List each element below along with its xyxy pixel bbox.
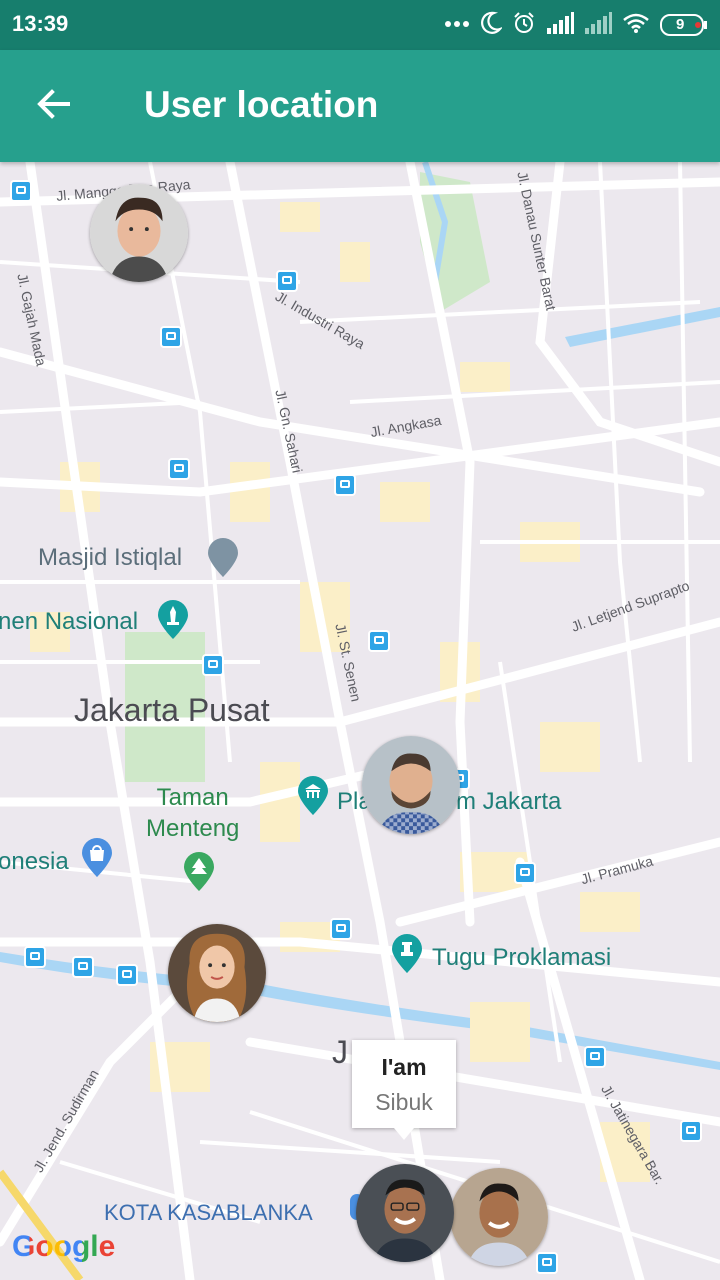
status-time: 13:39 bbox=[12, 11, 69, 36]
poi-indonesia-label[interactable]: onesia bbox=[0, 848, 69, 876]
bus-stop-icon[interactable] bbox=[24, 946, 46, 968]
bus-stop-icon[interactable] bbox=[514, 862, 536, 884]
map-view[interactable]: Jl. Mangga Dua Raya Jl. Gajah Mada Jl. I… bbox=[0, 162, 720, 1280]
google-logo-text: Google bbox=[12, 1230, 116, 1263]
bus-stop-icon[interactable] bbox=[202, 654, 224, 676]
bus-stop-icon[interactable] bbox=[680, 1120, 702, 1142]
bus-stop-icon[interactable] bbox=[330, 918, 352, 940]
bus-stop-icon[interactable] bbox=[160, 326, 182, 348]
user-avatar-marker[interactable] bbox=[168, 924, 266, 1022]
moon-icon bbox=[480, 11, 504, 40]
google-attribution: Google bbox=[12, 1230, 115, 1264]
bus-stop-icon[interactable] bbox=[72, 956, 94, 978]
park-icon[interactable] bbox=[182, 852, 216, 897]
page-title: User location bbox=[144, 84, 379, 125]
app-bar: User location bbox=[0, 50, 720, 162]
museum-icon[interactable] bbox=[296, 776, 330, 821]
bus-stop-icon[interactable] bbox=[116, 964, 138, 986]
back-button[interactable] bbox=[28, 78, 80, 130]
bus-stop-icon[interactable] bbox=[334, 474, 356, 496]
shopping-icon[interactable] bbox=[80, 838, 114, 883]
status-bar: 13:39 9 bbox=[0, 0, 720, 50]
bus-stop-icon[interactable] bbox=[276, 270, 298, 292]
user-avatar-marker[interactable] bbox=[90, 184, 188, 282]
arrow-back-icon bbox=[37, 89, 70, 119]
info-window-snippet: Sibuk bbox=[375, 1089, 433, 1115]
bus-stop-icon[interactable] bbox=[584, 1046, 606, 1068]
bus-stop-icon[interactable] bbox=[536, 1252, 558, 1274]
wifi-icon bbox=[622, 12, 650, 39]
poi-plaza-right-label[interactable]: m Jakarta bbox=[456, 788, 561, 816]
bus-stop-icon[interactable] bbox=[10, 180, 32, 202]
poi-tugu-label[interactable]: Tugu Proklamasi bbox=[432, 944, 611, 972]
my-avatar-marker[interactable] bbox=[356, 1164, 454, 1262]
marker-info-window[interactable]: I'am Sibuk bbox=[352, 1040, 456, 1140]
battery-level: 9 bbox=[676, 16, 685, 33]
poi-taman-label[interactable]: Taman Menteng bbox=[146, 782, 239, 844]
poi-monumen-label[interactable]: nen Nasional bbox=[0, 608, 138, 636]
monument-icon[interactable] bbox=[156, 600, 190, 645]
status-icons: 9 bbox=[444, 10, 708, 40]
signal-weak-icon bbox=[584, 11, 612, 39]
alarm-icon bbox=[512, 11, 536, 40]
bus-stop-icon[interactable] bbox=[368, 630, 390, 652]
landmark-icon[interactable] bbox=[390, 934, 424, 979]
battery-icon: 9 bbox=[660, 14, 708, 36]
bus-stop-icon[interactable] bbox=[168, 458, 190, 480]
user-avatar-marker[interactable] bbox=[450, 1168, 548, 1266]
info-window-title: I'am bbox=[381, 1054, 427, 1080]
poi-masjid-label[interactable]: Masjid Istiqlal bbox=[38, 544, 182, 572]
signal-icon bbox=[546, 11, 574, 39]
mosque-icon[interactable] bbox=[206, 538, 240, 583]
poi-kota-label[interactable]: KOTA KASABLANKA bbox=[104, 1200, 313, 1226]
district-label: Jakarta Pusat bbox=[74, 692, 270, 728]
district-partial-label: J bbox=[332, 1034, 348, 1070]
more-dots-icon bbox=[444, 16, 470, 34]
user-avatar-marker[interactable] bbox=[362, 736, 460, 834]
